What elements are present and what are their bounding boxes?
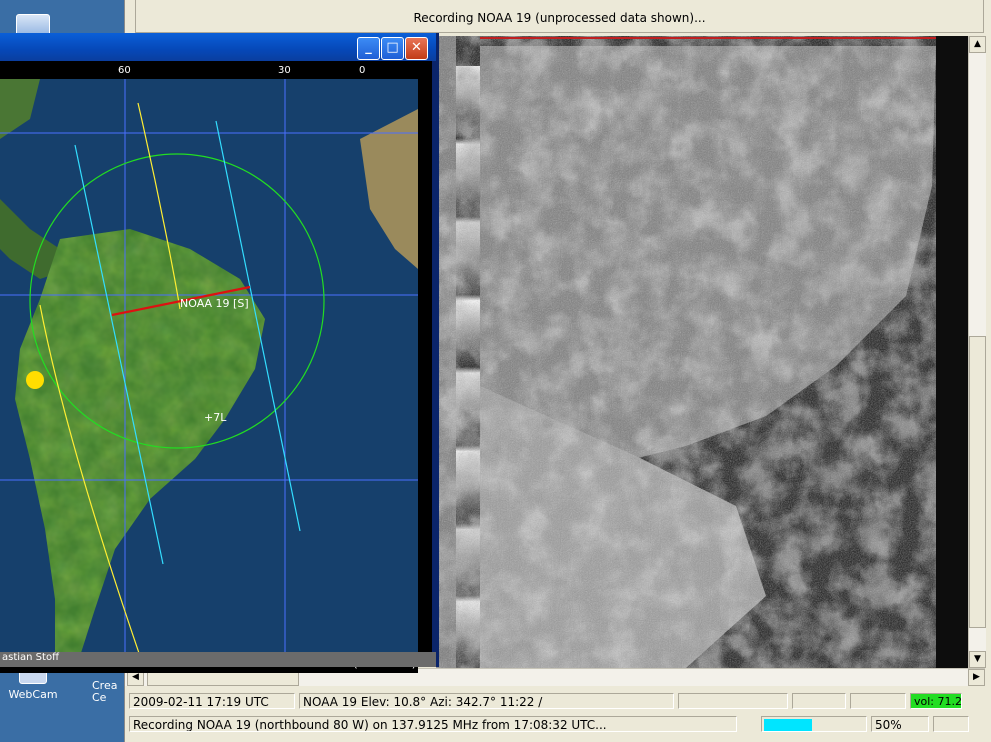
- status-date: 2009-02-11 17:19 UTC: [129, 693, 295, 709]
- volume-indicator: vol: 71.2: [910, 693, 962, 709]
- recording-progress-bar: [761, 716, 867, 732]
- window-status-title: Recording NOAA 19 (unprocessed data show…: [135, 0, 984, 33]
- vertical-scroll-thumb[interactable]: [969, 336, 986, 628]
- orbit-body: 60 30 0 NOAA 19 [S] +7L: [0, 61, 432, 673]
- scale-label: 0: [359, 65, 366, 76]
- desktop-icon-label: WebCam: [8, 688, 58, 701]
- status-empty-1: [678, 693, 788, 709]
- ground-station-marker: +7L: [204, 411, 227, 424]
- orbit-map[interactable]: NOAA 19 [S] +7L: [0, 79, 418, 656]
- scroll-right-button[interactable]: ▶: [968, 669, 985, 686]
- status-percent: 50%: [871, 716, 929, 732]
- orbit-status-bar: astian Stoff: [0, 652, 436, 667]
- map-scale: 60 30 0: [0, 61, 418, 79]
- satellite-image-pane[interactable]: [436, 36, 968, 668]
- status-empty-4: [933, 716, 969, 732]
- status-header: Recording NOAA 19 (unprocessed data show…: [125, 0, 991, 36]
- progress-fill: [764, 719, 812, 731]
- world-map: [0, 79, 418, 656]
- vertical-scrollbar[interactable]: ▲ ▼: [968, 36, 986, 668]
- satellite-label: NOAA 19 [S]: [180, 297, 249, 310]
- status-empty-2: [792, 693, 846, 709]
- status-satellite-info: NOAA 19 Elev: 10.8° Azi: 342.7° 11:22 /: [299, 693, 674, 709]
- satellite-image: [436, 36, 968, 668]
- scale-label: 60: [118, 65, 131, 76]
- status-row-2: Recording NOAA 19 (northbound 80 W) on 1…: [125, 715, 991, 734]
- status-empty-3: [850, 693, 906, 709]
- scale-label: 30: [278, 65, 291, 76]
- close-icon[interactable]: ✕: [405, 37, 428, 60]
- maximize-icon[interactable]: □: [381, 37, 404, 60]
- minimize-icon[interactable]: _: [357, 37, 380, 60]
- status-recording-message: Recording NOAA 19 (northbound 80 W) on 1…: [129, 716, 737, 732]
- orbit-window[interactable]: _ □ ✕ 60 30 0 NOAA 19 [S] +7L astian Sto…: [0, 33, 439, 673]
- orbit-titlebar[interactable]: _ □ ✕: [0, 33, 436, 61]
- status-row-1: 2009-02-11 17:19 UTC NOAA 19 Elev: 10.8°…: [125, 692, 991, 711]
- scroll-up-button[interactable]: ▲: [969, 36, 986, 53]
- scroll-down-button[interactable]: ▼: [969, 651, 986, 668]
